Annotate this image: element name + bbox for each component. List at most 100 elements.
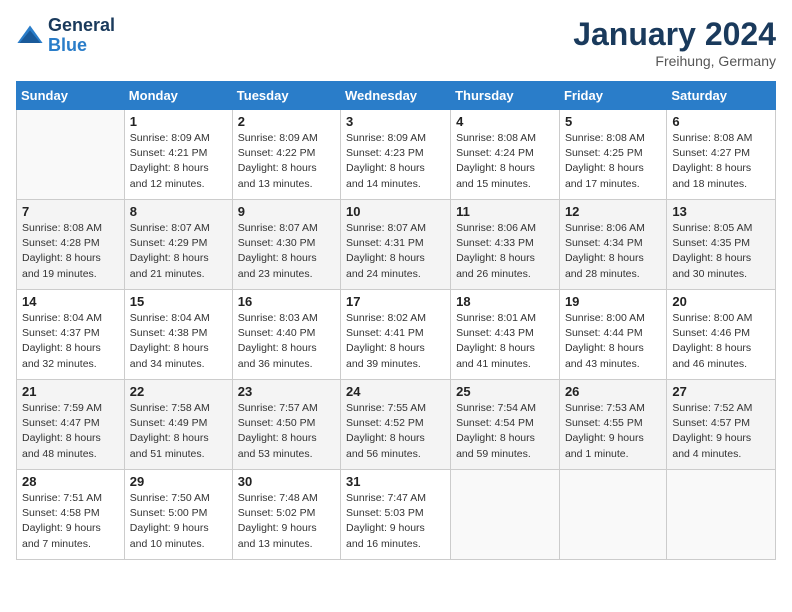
calendar-week-row: 7 Sunrise: 8:08 AMSunset: 4:28 PMDaylight…: [17, 200, 776, 290]
day-info: Sunrise: 8:07 AMSunset: 4:31 PMDaylight:…: [346, 221, 445, 282]
calendar-week-row: 1 Sunrise: 8:09 AMSunset: 4:21 PMDaylight…: [17, 110, 776, 200]
day-info: Sunrise: 7:51 AMSunset: 4:58 PMDaylight:…: [22, 491, 119, 552]
day-info: Sunrise: 8:05 AMSunset: 4:35 PMDaylight:…: [672, 221, 770, 282]
day-info: Sunrise: 8:00 AMSunset: 4:44 PMDaylight:…: [565, 311, 661, 372]
day-number: 21: [22, 384, 119, 399]
day-info: Sunrise: 8:09 AMSunset: 4:21 PMDaylight:…: [130, 131, 227, 192]
calendar-cell: 22 Sunrise: 7:58 AMSunset: 4:49 PMDayligh…: [124, 380, 232, 470]
day-number: 27: [672, 384, 770, 399]
day-info: Sunrise: 7:53 AMSunset: 4:55 PMDaylight:…: [565, 401, 661, 462]
day-info: Sunrise: 8:03 AMSunset: 4:40 PMDaylight:…: [238, 311, 335, 372]
column-header-sunday: Sunday: [17, 82, 125, 110]
day-info: Sunrise: 8:08 AMSunset: 4:24 PMDaylight:…: [456, 131, 554, 192]
column-header-thursday: Thursday: [451, 82, 560, 110]
calendar-cell: 14Sunrise: 8:04 AMSunset: 4:37 PMDayligh…: [17, 290, 125, 380]
day-number: 22: [130, 384, 227, 399]
calendar-cell: 10 Sunrise: 8:07 AMSunset: 4:31 PMDayligh…: [341, 200, 451, 290]
day-info: Sunrise: 8:09 AMSunset: 4:22 PMDaylight:…: [238, 131, 335, 192]
calendar-cell: 5 Sunrise: 8:08 AMSunset: 4:25 PMDaylight…: [559, 110, 666, 200]
location: Freihung, Germany: [573, 53, 776, 69]
column-header-saturday: Saturday: [667, 82, 776, 110]
day-number: 17: [346, 294, 445, 309]
day-number: 20: [672, 294, 770, 309]
day-number: 7: [22, 204, 119, 219]
calendar-cell: 18 Sunrise: 8:01 AMSunset: 4:43 PMDayligh…: [451, 290, 560, 380]
calendar-cell: 3 Sunrise: 8:09 AMSunset: 4:23 PMDaylight…: [341, 110, 451, 200]
day-info: Sunrise: 8:08 AMSunset: 4:25 PMDaylight:…: [565, 131, 661, 192]
day-number: 24: [346, 384, 445, 399]
day-info: Sunrise: 7:50 AMSunset: 5:00 PMDaylight:…: [130, 491, 227, 552]
day-info: Sunrise: 7:52 AMSunset: 4:57 PMDaylight:…: [672, 401, 770, 462]
calendar-cell: 2 Sunrise: 8:09 AMSunset: 4:22 PMDaylight…: [232, 110, 340, 200]
month-title: January 2024: [573, 16, 776, 53]
day-info: Sunrise: 7:59 AMSunset: 4:47 PMDaylight:…: [22, 401, 119, 462]
day-number: 12: [565, 204, 661, 219]
day-info: Sunrise: 8:08 AMSunset: 4:28 PMDaylight:…: [22, 221, 119, 282]
page-header: General Blue January 2024 Freihung, Germ…: [16, 16, 776, 69]
day-info: Sunrise: 7:57 AMSunset: 4:50 PMDaylight:…: [238, 401, 335, 462]
day-info: Sunrise: 8:06 AMSunset: 4:34 PMDaylight:…: [565, 221, 661, 282]
column-header-friday: Friday: [559, 82, 666, 110]
day-info: Sunrise: 8:04 AMSunset: 4:38 PMDaylight:…: [130, 311, 227, 372]
calendar-cell: 15 Sunrise: 8:04 AMSunset: 4:38 PMDayligh…: [124, 290, 232, 380]
column-header-tuesday: Tuesday: [232, 82, 340, 110]
calendar-cell: 19 Sunrise: 8:00 AMSunset: 4:44 PMDayligh…: [559, 290, 666, 380]
calendar-cell: [559, 470, 666, 560]
day-info: Sunrise: 8:09 AMSunset: 4:23 PMDaylight:…: [346, 131, 445, 192]
day-number: 1: [130, 114, 227, 129]
calendar-week-row: 14Sunrise: 8:04 AMSunset: 4:37 PMDayligh…: [17, 290, 776, 380]
calendar-cell: 8 Sunrise: 8:07 AMSunset: 4:29 PMDaylight…: [124, 200, 232, 290]
day-info: Sunrise: 7:58 AMSunset: 4:49 PMDaylight:…: [130, 401, 227, 462]
calendar-cell: 7 Sunrise: 8:08 AMSunset: 4:28 PMDaylight…: [17, 200, 125, 290]
calendar-cell: 25Sunrise: 7:54 AMSunset: 4:54 PMDayligh…: [451, 380, 560, 470]
calendar-cell: 28 Sunrise: 7:51 AMSunset: 4:58 PMDayligh…: [17, 470, 125, 560]
day-info: Sunrise: 8:07 AMSunset: 4:30 PMDaylight:…: [238, 221, 335, 282]
day-number: 2: [238, 114, 335, 129]
calendar-cell: 9Sunrise: 8:07 AMSunset: 4:30 PMDaylight…: [232, 200, 340, 290]
calendar-cell: 29Sunrise: 7:50 AMSunset: 5:00 PMDayligh…: [124, 470, 232, 560]
day-number: 13: [672, 204, 770, 219]
day-info: Sunrise: 8:01 AMSunset: 4:43 PMDaylight:…: [456, 311, 554, 372]
calendar-cell: 30Sunrise: 7:48 AMSunset: 5:02 PMDayligh…: [232, 470, 340, 560]
column-header-wednesday: Wednesday: [341, 82, 451, 110]
day-number: 25: [456, 384, 554, 399]
logo: General Blue: [16, 16, 115, 56]
day-info: Sunrise: 7:48 AMSunset: 5:02 PMDaylight:…: [238, 491, 335, 552]
day-number: 19: [565, 294, 661, 309]
day-number: 5: [565, 114, 661, 129]
day-number: 18: [456, 294, 554, 309]
calendar-cell: 17 Sunrise: 8:02 AMSunset: 4:41 PMDayligh…: [341, 290, 451, 380]
day-number: 15: [130, 294, 227, 309]
calendar-cell: 31Sunrise: 7:47 AMSunset: 5:03 PMDayligh…: [341, 470, 451, 560]
day-info: Sunrise: 8:02 AMSunset: 4:41 PMDaylight:…: [346, 311, 445, 372]
day-number: 4: [456, 114, 554, 129]
calendar-cell: 26 Sunrise: 7:53 AMSunset: 4:55 PMDayligh…: [559, 380, 666, 470]
day-number: 14: [22, 294, 119, 309]
calendar-cell: 23 Sunrise: 7:57 AMSunset: 4:50 PMDayligh…: [232, 380, 340, 470]
calendar-cell: 1 Sunrise: 8:09 AMSunset: 4:21 PMDaylight…: [124, 110, 232, 200]
calendar-cell: 12 Sunrise: 8:06 AMSunset: 4:34 PMDayligh…: [559, 200, 666, 290]
column-header-monday: Monday: [124, 82, 232, 110]
day-info: Sunrise: 8:07 AMSunset: 4:29 PMDaylight:…: [130, 221, 227, 282]
day-number: 3: [346, 114, 445, 129]
title-area: January 2024 Freihung, Germany: [573, 16, 776, 69]
day-number: 28: [22, 474, 119, 489]
day-number: 10: [346, 204, 445, 219]
day-number: 8: [130, 204, 227, 219]
calendar-week-row: 21 Sunrise: 7:59 AMSunset: 4:47 PMDayligh…: [17, 380, 776, 470]
day-number: 26: [565, 384, 661, 399]
calendar-cell: [451, 470, 560, 560]
calendar-week-row: 28 Sunrise: 7:51 AMSunset: 4:58 PMDayligh…: [17, 470, 776, 560]
calendar-cell: 16 Sunrise: 8:03 AMSunset: 4:40 PMDayligh…: [232, 290, 340, 380]
day-number: 31: [346, 474, 445, 489]
day-number: 23: [238, 384, 335, 399]
calendar-cell: 21 Sunrise: 7:59 AMSunset: 4:47 PMDayligh…: [17, 380, 125, 470]
day-info: Sunrise: 8:06 AMSunset: 4:33 PMDaylight:…: [456, 221, 554, 282]
calendar-cell: [17, 110, 125, 200]
calendar-cell: [667, 470, 776, 560]
logo-icon: [16, 22, 44, 50]
calendar-cell: 11Sunrise: 8:06 AMSunset: 4:33 PMDayligh…: [451, 200, 560, 290]
logo-text: General Blue: [48, 16, 115, 56]
day-info: Sunrise: 7:55 AMSunset: 4:52 PMDaylight:…: [346, 401, 445, 462]
day-number: 16: [238, 294, 335, 309]
